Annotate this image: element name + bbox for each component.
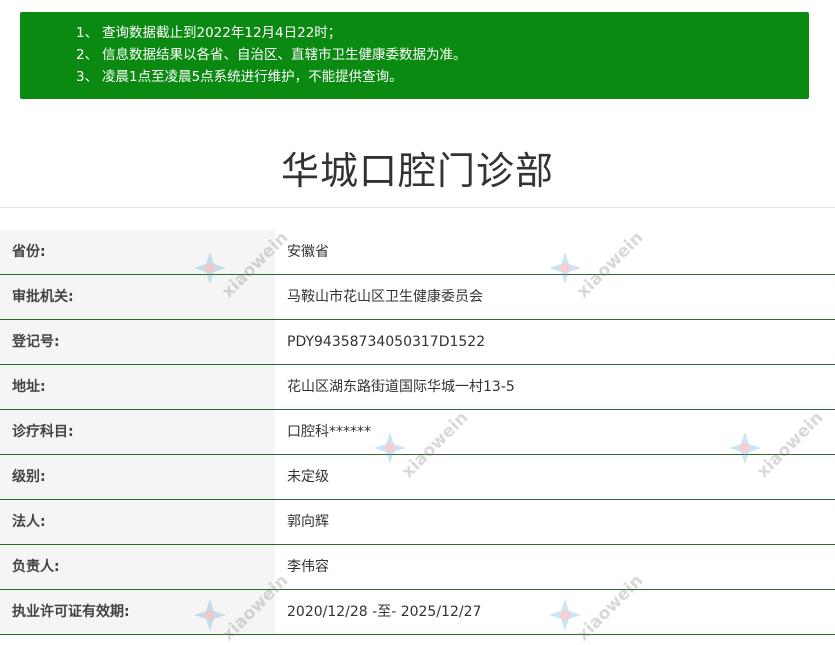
info-table: 省份: 安徽省 审批机关: 马鞍山市花山区卫生健康委员会 登记号: PDY943… [0,230,835,635]
row-value: 李伟容 [275,545,835,589]
notice-line: 3、 凌晨1点至凌晨5点系统进行维护，不能提供查询。 [76,66,809,88]
row-value: 未定级 [275,455,835,499]
table-row: 诊疗科目: 口腔科****** [0,410,835,455]
row-label: 诊疗科目: [0,410,275,454]
table-row: 审批机关: 马鞍山市花山区卫生健康委员会 [0,275,835,320]
row-label: 省份: [0,230,275,274]
table-row: 登记号: PDY94358734050317D1522 [0,320,835,365]
notice-number: 3、 [76,69,99,85]
notice-number: 2、 [76,47,99,63]
notice-line: 1、 查询数据截止到2022年12月4日22时； [76,22,809,44]
notice-text: 查询数据截止到2022年12月4日22时； [102,25,342,41]
row-label: 法人: [0,500,275,544]
row-label: 级别: [0,455,275,499]
page: 1、 查询数据截止到2022年12月4日22时； 2、 信息数据结果以各省、自治区、… [0,0,835,645]
table-row: 地址: 花山区湖东路街道国际华城一村13-5 [0,365,835,410]
row-label: 执业许可证有效期: [0,590,275,634]
notice-text: 信息数据结果以各省、自治区、直辖市卫生健康委数据为准。 [102,47,467,63]
row-label: 地址: [0,365,275,409]
row-value: 安徽省 [275,230,835,274]
row-label: 登记号: [0,320,275,364]
notice-banner: 1、 查询数据截止到2022年12月4日22时； 2、 信息数据结果以各省、自治区、… [20,12,809,99]
row-value: 马鞍山市花山区卫生健康委员会 [275,275,835,319]
row-value: 花山区湖东路街道国际华城一村13-5 [275,365,835,409]
row-label: 负责人: [0,545,275,589]
row-value: 口腔科****** [275,410,835,454]
notice-text: 凌晨1点至凌晨5点系统进行维护，不能提供查询。 [102,69,403,85]
row-label: 审批机关: [0,275,275,319]
table-row: 法人: 郭向辉 [0,500,835,545]
notice-line: 2、 信息数据结果以各省、自治区、直辖市卫生健康委数据为准。 [76,44,809,66]
row-value: 郭向辉 [275,500,835,544]
divider [0,207,835,208]
notice-number: 1、 [76,25,99,41]
table-row: 级别: 未定级 [0,455,835,500]
row-value: 2020/12/28 -至- 2025/12/27 [275,590,835,634]
page-title: 华城口腔门诊部 [280,149,554,193]
table-row: 负责人: 李伟容 [0,545,835,590]
row-value: PDY94358734050317D1522 [275,320,835,364]
table-row: 执业许可证有效期: 2020/12/28 -至- 2025/12/27 [0,590,835,635]
table-row: 省份: 安徽省 [0,230,835,275]
